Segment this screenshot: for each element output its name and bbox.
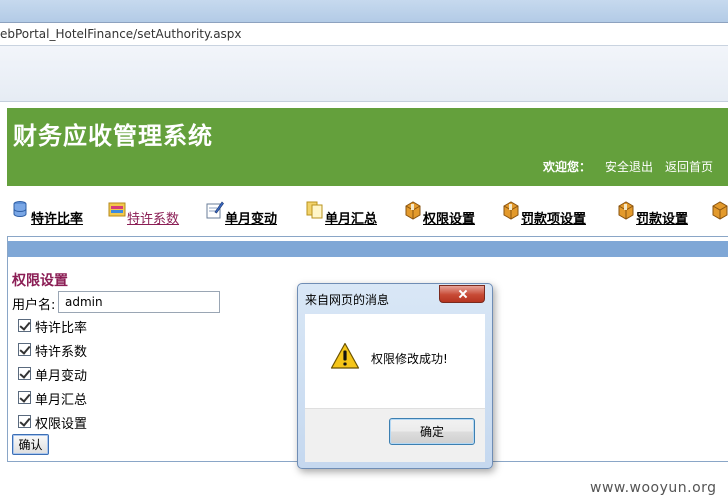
warning-icon: [330, 342, 360, 369]
checkbox[interactable]: [18, 415, 31, 428]
checkbox[interactable]: [18, 391, 31, 404]
dialog-close-button[interactable]: [439, 285, 485, 303]
nav-label: 罚款项设置: [521, 212, 587, 227]
nav-label: 罚款设置: [636, 212, 689, 227]
logout-link[interactable]: 安全退出: [605, 158, 653, 175]
confirm-button[interactable]: 确认: [12, 434, 49, 455]
browser-toolbar: [0, 46, 728, 102]
watermark: www.wooyun.org: [590, 480, 717, 496]
checkbox-label: 单月汇总: [35, 393, 88, 408]
nav-label: 单月汇总: [325, 212, 378, 227]
package-icon: [503, 201, 519, 220]
checkbox[interactable]: [18, 319, 31, 332]
browser-title-bar: [0, 0, 728, 22]
nav-label: 特许比率: [31, 212, 84, 227]
edit-icon: [206, 201, 224, 219]
dialog-footer: 确定: [305, 408, 485, 462]
page-header: 财务应收管理系统 欢迎您： 安全退出 返回首页: [7, 108, 728, 186]
system-title: 财务应收管理系统: [13, 122, 213, 150]
alert-dialog: 来自网页的消息 权限修改成功! 确定: [297, 283, 493, 469]
nav-label: 单月变动: [225, 212, 278, 227]
folder-icon: [108, 202, 126, 217]
welcome-label: 欢迎您：: [543, 160, 592, 174]
username-label: 用户名:: [12, 298, 56, 313]
package-icon: [712, 201, 728, 220]
checkbox-label: 特许系数: [35, 345, 88, 360]
dialog-message: 权限修改成功!: [371, 352, 448, 366]
nav-label: 特许系数: [127, 212, 180, 227]
dialog-title: 来自网页的消息: [305, 293, 390, 307]
panel-header-bar: [8, 241, 728, 257]
home-link[interactable]: 返回首页: [665, 158, 713, 175]
checkbox[interactable]: [18, 367, 31, 380]
checkbox-label: 单月变动: [35, 369, 88, 384]
section-title: 权限设置: [12, 273, 68, 289]
checkbox[interactable]: [18, 343, 31, 356]
address-url[interactable]: ebPortal_HotelFinance/setAuthority.aspx: [0, 27, 242, 41]
package-icon: [405, 201, 421, 220]
dialog-ok-button[interactable]: 确定: [389, 418, 475, 445]
documents-icon: [306, 201, 323, 219]
username-input[interactable]: [58, 291, 220, 313]
address-bar[interactable]: ebPortal_HotelFinance/setAuthority.aspx: [0, 22, 728, 46]
package-icon: [618, 201, 634, 220]
checkbox-label: 权限设置: [35, 417, 88, 432]
checkbox-label: 特许比率: [35, 321, 88, 336]
main-nav: 特许比率 特许系数 单月变动 单月汇总 权限设置 罚款项设置 罚款设置: [0, 196, 728, 228]
database-icon: [13, 201, 27, 218]
nav-label: 权限设置: [423, 212, 476, 227]
dialog-body: 权限修改成功!: [305, 314, 485, 408]
